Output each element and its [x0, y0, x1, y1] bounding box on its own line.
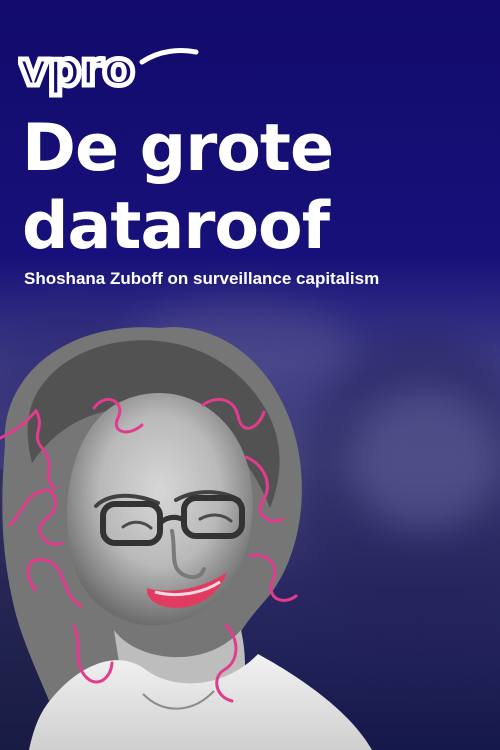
- title-line-1: De grote: [22, 111, 334, 186]
- vpro-logo: vpro: [18, 42, 199, 100]
- title-line-2: dataroof: [22, 189, 330, 264]
- poster: vpro De grote dataroof Shoshana Zuboff o…: [0, 0, 500, 750]
- vpro-logo-text: vpro: [18, 42, 134, 97]
- logo-swoosh-icon: [139, 48, 199, 65]
- page-title: De grote dataroof: [22, 110, 482, 266]
- portrait-photo: [0, 327, 372, 750]
- subtitle: Shoshana Zuboff on surveillance capitali…: [24, 269, 380, 288]
